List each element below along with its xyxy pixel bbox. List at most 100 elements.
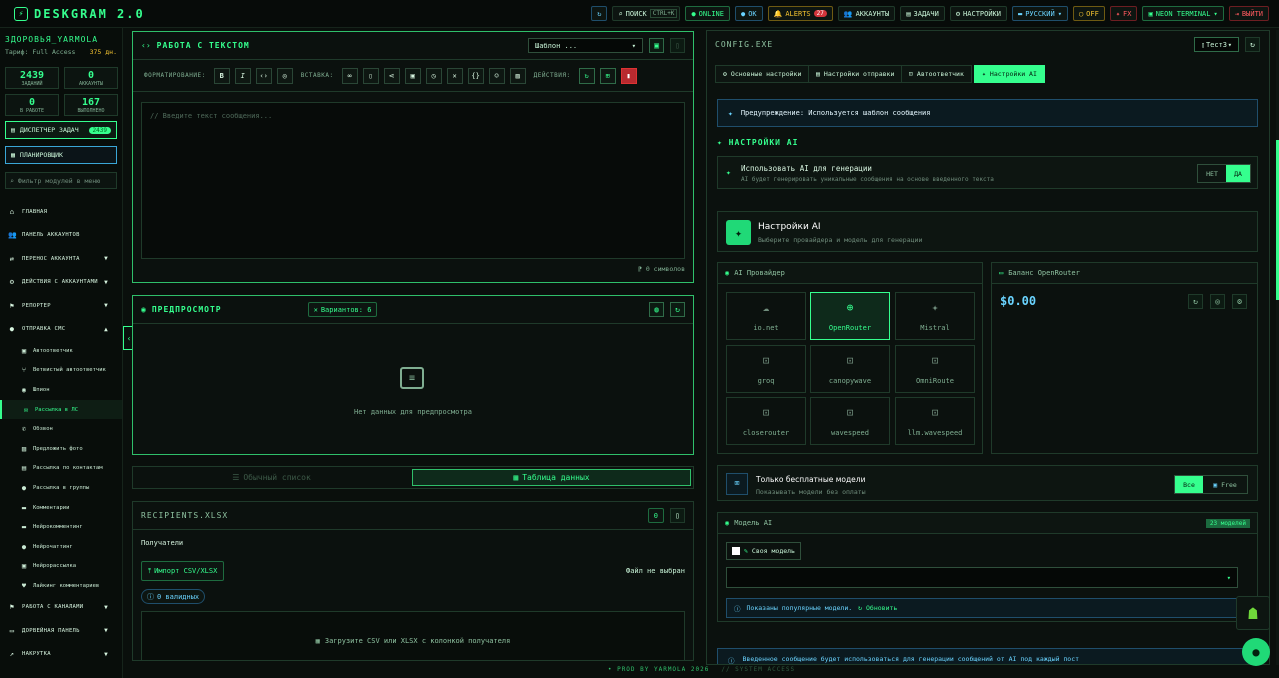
provider-wavespeed[interactable]: ⊡ wavespeed	[810, 397, 890, 445]
tab-send-settings[interactable]: ▤ Настройки отправки	[808, 65, 903, 83]
braces-button[interactable]: {}	[467, 67, 484, 84]
sidebar-item-doorway[interactable]: ▭ ДОРВЕЙНАЯ ПАНЕЛЬ ▼	[0, 619, 122, 643]
image-button[interactable]: ▨	[509, 67, 526, 84]
submenu-neurobroadcast[interactable]: ▣ Нейрорассылка	[0, 557, 122, 577]
sidebar-item-account-transfer[interactable]: ⇄ ПЕРЕНОС АККАУНТА ▼	[0, 247, 122, 271]
tab-basic-settings[interactable]: ⚙ Основные настройки	[715, 65, 810, 83]
sidebar-item-home[interactable]: ⌂ ГЛАВНАЯ	[0, 200, 122, 224]
provider-omniroute[interactable]: ⊡ OmniRoute	[895, 345, 975, 393]
bot-mascot-icon[interactable]: ☗	[1236, 596, 1270, 630]
message-textarea[interactable]: // Введите текст сообщения...	[141, 102, 685, 259]
link-button[interactable]: ∞	[341, 67, 358, 84]
search-button[interactable]: ⌕ ПОИСК CTRL+K	[612, 6, 681, 21]
regenerate-button[interactable]: ↻	[578, 67, 595, 84]
random-button[interactable]: ✕	[446, 67, 463, 84]
task-dispatcher-button[interactable]: ▤ ДИСПЕТЧЕР ЗАДАЧ 2439	[5, 121, 117, 139]
balance-refresh-button[interactable]: ↻	[1188, 294, 1203, 309]
submenu-dm-broadcast[interactable]: ✉ Рассылка в ЛС	[0, 399, 122, 420]
language-label: РУССКИЙ	[1025, 9, 1055, 18]
submenu-comment-liking[interactable]: ♥ Лайкинг комментариев	[0, 576, 122, 596]
upload-dropzone[interactable]: ▦ Загрузите CSV или XLSX с колонкой получ…	[141, 611, 685, 660]
balance-settings-button[interactable]: ⚙	[1232, 294, 1247, 309]
provider-io-net[interactable]: ☁ io.net	[726, 292, 806, 340]
submenu-offer-photo[interactable]: ▨ Предложить фото	[0, 439, 122, 459]
balance-copy-button[interactable]: ◎	[1210, 294, 1225, 309]
language-select[interactable]: ▬ РУССКИЙ ▾	[1011, 6, 1068, 21]
sidebar-item-sms[interactable]: ● ОТПРАВКА СМС ▲	[0, 318, 122, 342]
submenu-neurocommenting[interactable]: ▬ Нейрокомментинг	[0, 517, 122, 537]
accounts-button[interactable]: 👥 АККАУНТЫ	[837, 6, 896, 21]
free-models-button[interactable]: ▣ Free	[1203, 476, 1247, 493]
preset-refresh-button[interactable]: ↻	[1245, 37, 1260, 52]
tab-data-table[interactable]: ▦ Таблица данных	[412, 469, 691, 486]
tab-ai-settings[interactable]: ✦ Настройки AI	[974, 65, 1045, 83]
users-icon: 👥	[843, 9, 853, 18]
submenu-branching-autoresponder[interactable]: ⑂ Ветвистый автоответчик	[0, 361, 122, 381]
chevron-down-icon: ▾	[1227, 40, 1232, 49]
refresh-link[interactable]: ↻ Обновить	[858, 604, 897, 612]
template-select[interactable]: Шаблон ... ▾	[528, 38, 643, 53]
clear-button[interactable]: ▮	[620, 67, 637, 84]
submenu-comments[interactable]: ▬ Комментарии	[0, 498, 122, 518]
provider-openrouter[interactable]: ⊕ OpenRouter	[810, 292, 890, 340]
add-button[interactable]: ⊞	[599, 67, 616, 84]
ai-yes-button[interactable]: ДА	[1226, 165, 1250, 182]
recipients-title: RECIPIENTS.XLSX	[141, 511, 229, 520]
tasks-label: ЗАДАЧИ	[913, 9, 939, 18]
ai-no-button[interactable]: НЕТ	[1198, 165, 1226, 182]
file-button[interactable]: ▯	[362, 67, 379, 84]
spoiler-button[interactable]: ◎	[276, 67, 293, 84]
planner-button[interactable]: ▦ ПЛАНИРОВЩИК	[5, 146, 117, 164]
recipients-action-button[interactable]: ▯	[670, 508, 685, 523]
logout-button[interactable]: ⇥ ВЫЙТИ	[1228, 6, 1269, 21]
bold-button[interactable]: B	[213, 67, 230, 84]
submenu-groups-broadcast[interactable]: ● Рассылка в группы	[0, 478, 122, 498]
code-button[interactable]: ‹›	[255, 67, 272, 84]
save-template-button[interactable]: ▣	[649, 38, 664, 53]
settings-button[interactable]: ⚙ НАСТРОЙКИ	[949, 6, 1007, 21]
import-csv-button[interactable]: ⤒ Импорт CSV/XLSX	[141, 561, 225, 581]
off-toggle[interactable]: ◯ OFF	[1072, 6, 1105, 21]
submenu-spy[interactable]: ◉ Шпион	[0, 380, 122, 400]
comment-dots-icon: ▬	[21, 523, 27, 532]
provider-mistral[interactable]: ✦ Mistral	[895, 292, 975, 340]
sidebar-item-account-actions[interactable]: ⚙ ДЕЙСТВИЯ С АККАУНТАМИ ▼	[0, 271, 122, 295]
sidebar-item-reporter[interactable]: ⚑ РЕПОРТЕР ▼	[0, 294, 122, 318]
preview-refresh-button[interactable]: ↻	[670, 302, 685, 317]
fx-toggle[interactable]: ✦ FX	[1109, 6, 1138, 21]
provider-closerouter[interactable]: ⊡ closerouter	[726, 397, 806, 445]
sidebar-item-channels[interactable]: ⚑ РАБОТА С КАНАЛАМИ ▼	[0, 596, 122, 620]
app-logo[interactable]: ⚡ DESKGRAM 2.0	[14, 6, 145, 21]
provider-groq[interactable]: ⊡ groq	[726, 345, 806, 393]
tab-autoresponder[interactable]: ⊡ Автоответчик	[901, 65, 972, 83]
provider-canopywave[interactable]: ⊡ canopywave	[810, 345, 890, 393]
submenu-calls[interactable]: ✆ Обзвон	[0, 419, 122, 439]
share-button[interactable]: ⋖	[383, 67, 400, 84]
sidebar-item-boosting[interactable]: ↗ НАКРУТКА ▼	[0, 643, 122, 667]
submenu-contacts-broadcast[interactable]: ▤ Рассылка по контактам	[0, 459, 122, 479]
chevron-down-icon: ▼	[104, 302, 108, 310]
preview-settings-button[interactable]: ◍	[649, 302, 664, 317]
submenu-neurochatting[interactable]: ● Нейрочаттинг	[0, 537, 122, 557]
italic-button[interactable]: I	[234, 67, 251, 84]
model-select[interactable]: ▾	[726, 567, 1238, 588]
tab-simple-list[interactable]: ☰ Обычный список	[133, 467, 410, 488]
delete-template-button[interactable]: ▯	[670, 38, 685, 53]
clock-button[interactable]: ◷	[425, 67, 442, 84]
alerts-count: 27	[813, 10, 827, 17]
provider-llm-wavespeed[interactable]: ⊡ llm.wavespeed	[895, 397, 975, 445]
sidebar-item-accounts-panel[interactable]: 👥 ПАНЕЛЬ АККАУНТОВ	[0, 224, 122, 248]
tasks-button[interactable]: ▤ ЗАДАЧИ	[900, 6, 945, 21]
robot-button[interactable]: ▣	[404, 67, 421, 84]
all-models-button[interactable]: Все	[1175, 476, 1203, 493]
own-model-checkbox[interactable]: ✎ Своя модель	[726, 542, 801, 560]
submenu-autoresponder[interactable]: ▣ Автоответчик	[0, 341, 122, 361]
module-filter-input[interactable]: ⌕ Фильтр модулей в меню	[5, 172, 117, 189]
refresh-button[interactable]: ↻	[591, 6, 608, 21]
theme-select[interactable]: ▣ NEON TERMINAL ▾	[1142, 6, 1224, 21]
emoji-button[interactable]: ☺	[488, 67, 505, 84]
alerts-button[interactable]: 🔔 ALERTS 27	[767, 6, 833, 21]
search-icon: ⌕	[10, 176, 14, 185]
preset-select[interactable]: ▯ Тест3 ▾	[1194, 37, 1239, 52]
gear-icon: ⚙	[955, 9, 961, 18]
